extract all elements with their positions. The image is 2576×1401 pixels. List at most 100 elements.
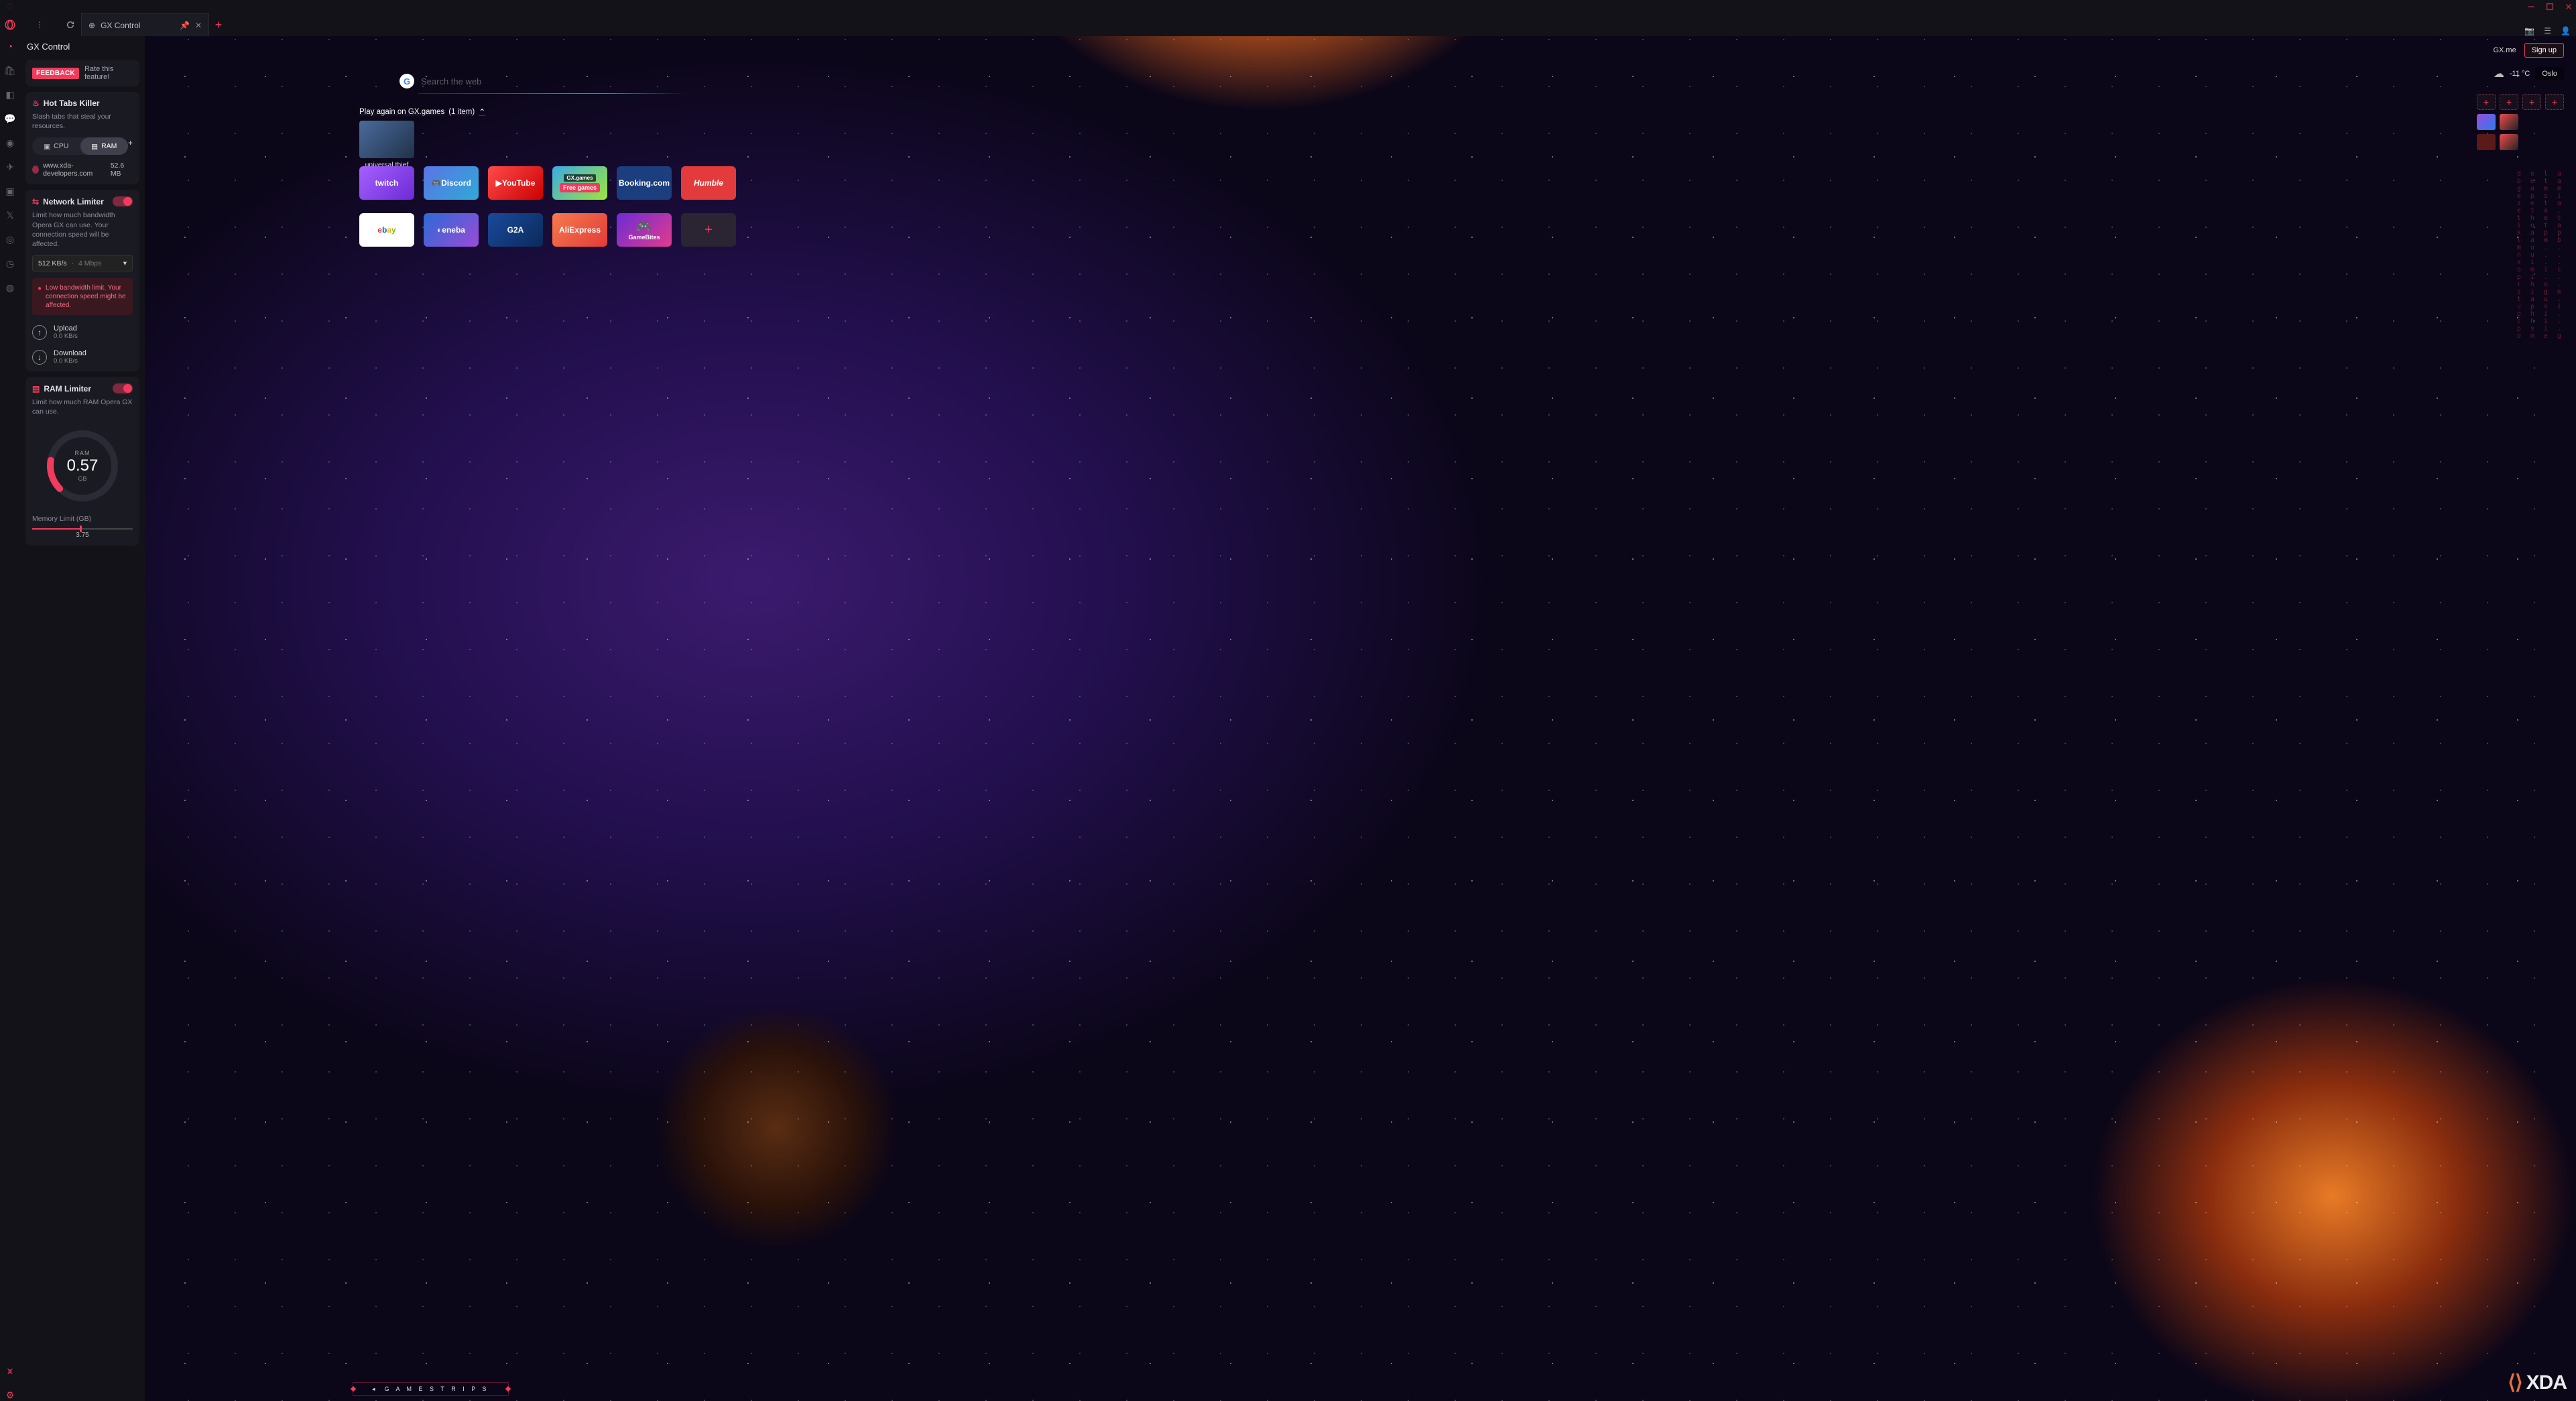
vpn-icon[interactable]: ⩙ (4, 1365, 16, 1377)
profile-icon[interactable]: 👤 (2561, 26, 2571, 36)
hot-tab-row[interactable]: www.xda-developers.com 52.6 MB (32, 162, 133, 178)
ram-toggle[interactable] (113, 383, 133, 393)
tab-favicon: ⊕ (88, 21, 95, 30)
add-resource-icon[interactable]: + (128, 138, 133, 147)
play-again-section: Play again on GX.games (1 item) ⌃ univer… (359, 107, 485, 169)
maximize-button[interactable] (2545, 2, 2555, 11)
search-input[interactable] (421, 76, 701, 86)
dial-youtube[interactable]: ▶ YouTube (488, 166, 543, 200)
network-title: Network Limiter (43, 197, 104, 206)
dial-add[interactable]: + (681, 213, 736, 247)
quick-thumb-1[interactable] (2477, 114, 2496, 130)
dial-g2a[interactable]: G2A (488, 213, 543, 247)
ram-limiter-card: ▤RAM Limiter Limit how much RAM Opera GX… (25, 377, 139, 546)
telegram-icon[interactable]: ✈ (4, 161, 16, 173)
xda-logo-icon: ⟨⟩ (2508, 1371, 2522, 1394)
download-icon: ↓ (32, 350, 47, 365)
warning-icon: ● (38, 284, 42, 310)
music-icon[interactable]: ◍ (4, 282, 16, 294)
weather-widget[interactable]: ☁ -11 °C Oslo (2494, 67, 2564, 80)
game-tile-universal-thief[interactable]: universal thief (359, 121, 414, 169)
ram-icon: ▤ (91, 143, 98, 149)
resource-segment[interactable]: ▣CPU ▤RAM (32, 137, 128, 155)
bandwidth-select[interactable]: 512 KB/s · 4 Mbps ▾ (32, 255, 133, 271)
download-rate: ↓ Download0.0 KB/s (32, 349, 133, 365)
whatsapp-icon[interactable]: 💬 (4, 113, 16, 125)
dial-gamebites[interactable]: 🎮GameBites (617, 213, 672, 247)
weather-icon: ☁ (2494, 67, 2504, 80)
dial-gx-games[interactable]: GX.games Free games (552, 166, 607, 200)
feedback-card[interactable]: FEEDBACK Rate this feature! (25, 60, 139, 86)
panel-title: GX Control (20, 36, 145, 54)
dial-ebay[interactable]: ebay (359, 213, 414, 247)
tab-title: GX Control (101, 21, 140, 30)
dial-booking[interactable]: Booking.com (617, 166, 672, 200)
instagram-icon[interactable]: ▣ (4, 185, 16, 197)
quick-add-1[interactable]: + (2477, 94, 2496, 110)
weather-temp: -11 °C (2510, 70, 2530, 78)
dial-twitch[interactable]: twitch (359, 166, 414, 200)
dial-aliexpress[interactable]: AliExpress (552, 213, 607, 247)
feedback-badge: FEEDBACK (32, 68, 79, 79)
chevron-up-icon: ⌃ (479, 107, 485, 117)
feedback-link[interactable]: Rate this feature! (84, 65, 133, 81)
upload-rate: ↑ Upload0.0 KB/s (32, 324, 133, 340)
search-bar[interactable]: G (400, 70, 701, 93)
upload-icon: ↑ (32, 325, 47, 340)
menu-icon[interactable]: ⋮ (36, 20, 44, 29)
bandwidth-alert: ● Low bandwidth limit. Your connection s… (32, 278, 133, 315)
heart-icon[interactable]: ♡ (5, 2, 15, 11)
minimize-button[interactable] (2526, 2, 2536, 11)
quick-thumb-2[interactable] (2500, 114, 2518, 130)
messenger-icon[interactable]: ◉ (4, 137, 16, 149)
dial-humble[interactable]: Humble (681, 166, 736, 200)
pin-tab-icon[interactable]: 📌 (180, 21, 190, 30)
reload-button[interactable] (59, 13, 82, 36)
hot-tab-url: www.xda-developers.com (43, 162, 111, 178)
close-window-button[interactable] (2564, 2, 2573, 11)
game-strips-bar[interactable]: ◂ G A M E S T R I P S (353, 1382, 509, 1396)
weather-city[interactable]: Oslo (2535, 67, 2564, 80)
network-toggle[interactable] (113, 196, 133, 206)
close-tab-icon[interactable]: ✕ (195, 21, 202, 30)
hot-tabs-killer-card: ♨Hot Tabs Killer Slash tabs that steal y… (25, 92, 139, 184)
discord-icon[interactable]: ◎ (4, 233, 16, 245)
quick-add-4[interactable]: + (2545, 94, 2564, 110)
shopping-icon[interactable]: 🛍 (4, 64, 16, 76)
tab-gx-control[interactable]: ⊕ GX Control 📌 ✕ (82, 13, 209, 36)
quick-thumb-4[interactable] (2500, 134, 2518, 150)
mods-icon[interactable]: ◧ (4, 88, 16, 101)
dial-eneba[interactable]: ◐ eneba (424, 213, 479, 247)
google-icon[interactable]: G (400, 74, 414, 88)
x-twitter-icon[interactable]: 𝕏 (4, 209, 16, 221)
settings-icon[interactable]: ⚙ (4, 1389, 16, 1401)
ram-desc: Limit how much RAM Opera GX can use. (32, 398, 133, 416)
hot-tab-mem: 52.6 MB (111, 162, 133, 178)
gxme-link[interactable]: GX.me (2493, 46, 2516, 54)
seg-cpu[interactable]: ▣CPU (32, 137, 80, 155)
network-desc: Limit how much bandwidth Opera GX can us… (32, 210, 133, 249)
matrix-decoration: d e l a b e t a g a m m e p s i z e t a … (2517, 170, 2564, 340)
signup-button[interactable]: Sign up (2524, 43, 2564, 58)
tab-favicon (32, 166, 39, 174)
sidebar-iconbar: ◔ 🛍 ◧ 💬 ◉ ✈ ▣ 𝕏 ◎ ◷ ◍ ⩙ ⚙ (0, 36, 20, 1401)
hot-tabs-title: Hot Tabs Killer (44, 99, 100, 108)
memory-limit-slider[interactable]: 3.75 (32, 528, 133, 539)
easy-setup-icon[interactable]: ☰ (2544, 26, 2551, 36)
memory-limit-label: Memory Limit (GB) (32, 514, 133, 524)
quick-tiles: + + + + (2477, 94, 2564, 150)
gx-control-icon[interactable]: ◔ (4, 40, 16, 52)
quick-add-2[interactable]: + (2500, 94, 2518, 110)
gx-control-panel: GX Control FEEDBACK Rate this feature! ♨… (20, 36, 145, 1401)
speed-dial-main: GX.me Sign up ☁ -11 °C Oslo + + + + (145, 36, 2576, 1401)
snapshot-icon[interactable]: 📷 (2524, 26, 2534, 36)
opera-gx-logo[interactable] (0, 13, 20, 36)
quick-thumb-3[interactable] (2477, 134, 2496, 150)
dial-discord[interactable]: 🎮 Discord (424, 166, 479, 200)
quick-add-3[interactable]: + (2522, 94, 2541, 110)
play-again-header[interactable]: Play again on GX.games (1 item) ⌃ (359, 107, 485, 117)
ram-gauge: RAM 0.57 GB (42, 426, 123, 506)
seg-ram[interactable]: ▤RAM (80, 137, 129, 155)
clock-icon[interactable]: ◷ (4, 257, 16, 269)
new-tab-button[interactable]: + (209, 13, 228, 36)
